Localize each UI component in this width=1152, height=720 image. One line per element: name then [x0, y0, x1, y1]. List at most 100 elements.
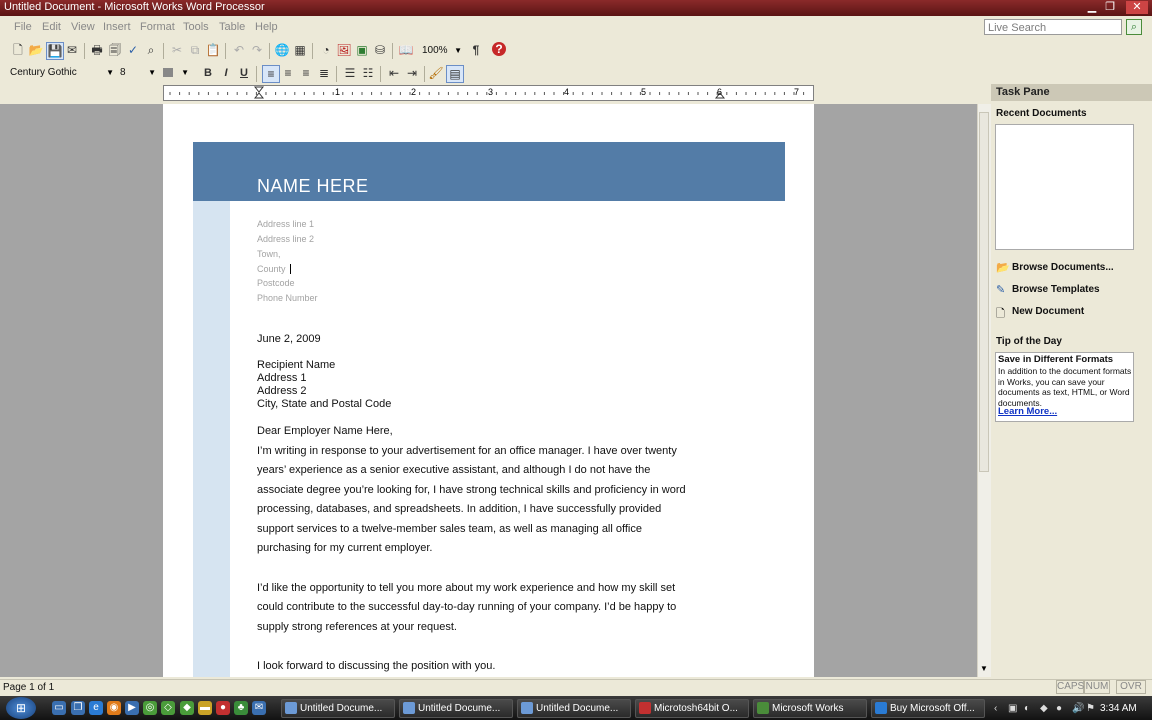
- align-center-icon[interactable]: ≡: [280, 65, 296, 81]
- font-color-select[interactable]: ▼: [163, 65, 191, 81]
- body-line[interactable]: associate degree you’re looking for, I h…: [257, 484, 686, 496]
- zoom-select[interactable]: 100% ▼: [422, 43, 464, 59]
- justify-icon[interactable]: ≣: [316, 65, 332, 81]
- close-button[interactable]: ✕: [1126, 1, 1148, 14]
- learn-more-link[interactable]: Learn More...: [998, 406, 1057, 417]
- volume-icon[interactable]: 🔊: [1072, 703, 1084, 714]
- letter-date[interactable]: June 2, 2009: [257, 333, 321, 345]
- body-line[interactable]: purchasing for my current employer.: [257, 542, 432, 554]
- firefox-icon[interactable]: ◉: [107, 701, 121, 715]
- name-heading[interactable]: NAME HERE: [257, 176, 369, 197]
- font-size-select[interactable]: 8 ▼: [120, 65, 158, 81]
- font-select[interactable]: Century Gothic ▼: [10, 65, 116, 81]
- show-formatting-button[interactable]: ¶: [468, 42, 484, 58]
- ie-icon[interactable]: e: [89, 701, 103, 715]
- show-desktop-icon[interactable]: ▭: [52, 701, 66, 715]
- tray-icon[interactable]: ◐: [1024, 703, 1030, 714]
- underline-button[interactable]: U: [236, 65, 252, 81]
- new-document-link[interactable]: New Document: [1012, 306, 1084, 317]
- menu-view[interactable]: View: [71, 21, 95, 33]
- menu-table[interactable]: Table: [219, 21, 245, 33]
- tray-icon[interactable]: ⚑: [1086, 703, 1095, 714]
- menu-help[interactable]: Help: [255, 21, 278, 33]
- quicklaunch-icon[interactable]: ✉: [252, 701, 266, 715]
- menu-edit[interactable]: Edit: [42, 21, 61, 33]
- help-icon[interactable]: ?: [492, 42, 506, 56]
- bold-button[interactable]: B: [200, 65, 216, 81]
- quicklaunch-icon[interactable]: ◇: [161, 701, 175, 715]
- tray-icon[interactable]: ◆: [1040, 703, 1048, 714]
- tray-icon[interactable]: ●: [1056, 703, 1062, 714]
- align-left-icon[interactable]: ≡: [262, 65, 280, 83]
- taskbar-item[interactable]: Buy Microsoft Off...: [871, 699, 985, 718]
- recipient-line[interactable]: City, State and Postal Code: [257, 398, 391, 410]
- menu-file[interactable]: File: [14, 21, 32, 33]
- taskbar-item[interactable]: Microsoft Works: [753, 699, 867, 718]
- body-line[interactable]: I look forward to discussing the positio…: [257, 660, 495, 672]
- taskbar-item[interactable]: Untitled Docume...: [517, 699, 631, 718]
- search-input[interactable]: Live Search: [984, 19, 1122, 35]
- menu-insert[interactable]: Insert: [103, 21, 131, 33]
- numbering-icon[interactable]: ☷: [360, 65, 376, 81]
- copy-icon[interactable]: ⧉: [187, 42, 203, 58]
- find-icon[interactable]: ⌕: [143, 42, 159, 58]
- address-line[interactable]: Address line 1: [257, 219, 314, 229]
- menu-format[interactable]: Format: [140, 21, 175, 33]
- undo-icon[interactable]: ↶: [231, 42, 247, 58]
- address-book-icon[interactable]: 📖: [398, 42, 414, 58]
- maximize-button[interactable]: ❐: [1102, 1, 1118, 14]
- body-line[interactable]: supply strong references at your request…: [257, 621, 457, 633]
- address-line[interactable]: Town,: [257, 249, 281, 259]
- hyperlink-icon[interactable]: 🌐: [274, 42, 290, 58]
- taskbar-item[interactable]: Untitled Docume...: [281, 699, 395, 718]
- format-painter-icon[interactable]: 🖌: [428, 65, 444, 81]
- body-line[interactable]: years’ experience as a senior executive …: [257, 464, 650, 476]
- insert-table-icon[interactable]: ▦: [292, 42, 308, 58]
- clip-art-icon[interactable]: 🖼: [336, 42, 352, 58]
- body-line[interactable]: I’d like the opportunity to tell you mor…: [257, 582, 675, 594]
- recipient-line[interactable]: Address 1: [257, 372, 307, 384]
- print-preview-icon[interactable]: 🗐: [107, 42, 123, 58]
- save-icon[interactable]: 💾: [46, 42, 64, 60]
- body-line[interactable]: support services to a twelve-member sale…: [257, 523, 642, 535]
- clock[interactable]: 3:34 AM: [1100, 703, 1137, 714]
- print-icon[interactable]: 🖶: [89, 42, 105, 58]
- salutation[interactable]: Dear Employer Name Here,: [257, 425, 393, 437]
- folder-icon[interactable]: ▬: [198, 701, 212, 715]
- scrollbar-thumb[interactable]: [979, 112, 989, 472]
- task-pane-toggle-icon[interactable]: ▤: [446, 65, 464, 83]
- open-folder-icon[interactable]: 📂: [28, 42, 44, 58]
- browse-templates-link[interactable]: Browse Templates: [1012, 284, 1100, 295]
- scroll-down-icon[interactable]: ▼: [980, 664, 988, 673]
- cut-icon[interactable]: ✂: [169, 42, 185, 58]
- decrease-indent-icon[interactable]: ⇤: [386, 65, 402, 81]
- recent-documents-list[interactable]: [995, 124, 1134, 250]
- address-line[interactable]: Phone Number: [257, 293, 318, 303]
- body-line[interactable]: I’m writing in response to your advertis…: [257, 445, 677, 457]
- redo-icon[interactable]: ↷: [249, 42, 265, 58]
- new-document-icon[interactable]: 🗋: [10, 42, 26, 58]
- switch-windows-icon[interactable]: ❐: [71, 701, 85, 715]
- insert-chart-icon[interactable]: ◔: [318, 42, 334, 58]
- quicklaunch-icon[interactable]: ●: [216, 701, 230, 715]
- start-button[interactable]: ⊞: [6, 697, 36, 719]
- ruler[interactable]: 1 2 3 4 5 6 7: [163, 85, 814, 101]
- body-line[interactable]: could contribute to the successful day-t…: [257, 601, 676, 613]
- increase-indent-icon[interactable]: ⇥: [404, 65, 420, 81]
- menu-tools[interactable]: Tools: [183, 21, 209, 33]
- database-icon[interactable]: ⛁: [372, 42, 388, 58]
- quicklaunch-icon[interactable]: ◆: [180, 701, 194, 715]
- italic-button[interactable]: I: [218, 65, 234, 81]
- recipient-line[interactable]: Recipient Name: [257, 359, 335, 371]
- recipient-line[interactable]: Address 2: [257, 385, 307, 397]
- address-line[interactable]: Postcode: [257, 278, 295, 288]
- minimize-button[interactable]: ▁: [1084, 1, 1100, 14]
- taskbar-item[interactable]: Untitled Docume...: [399, 699, 513, 718]
- insert-picture-icon[interactable]: ▣: [354, 42, 370, 58]
- browse-documents-link[interactable]: Browse Documents...: [1012, 262, 1114, 273]
- media-player-icon[interactable]: ▶: [125, 701, 139, 715]
- address-line[interactable]: Address line 2: [257, 234, 314, 244]
- taskbar-item[interactable]: Microtosh64bit O...: [635, 699, 749, 718]
- email-icon[interactable]: ✉: [64, 42, 80, 58]
- network-icon[interactable]: ▣: [1008, 703, 1017, 714]
